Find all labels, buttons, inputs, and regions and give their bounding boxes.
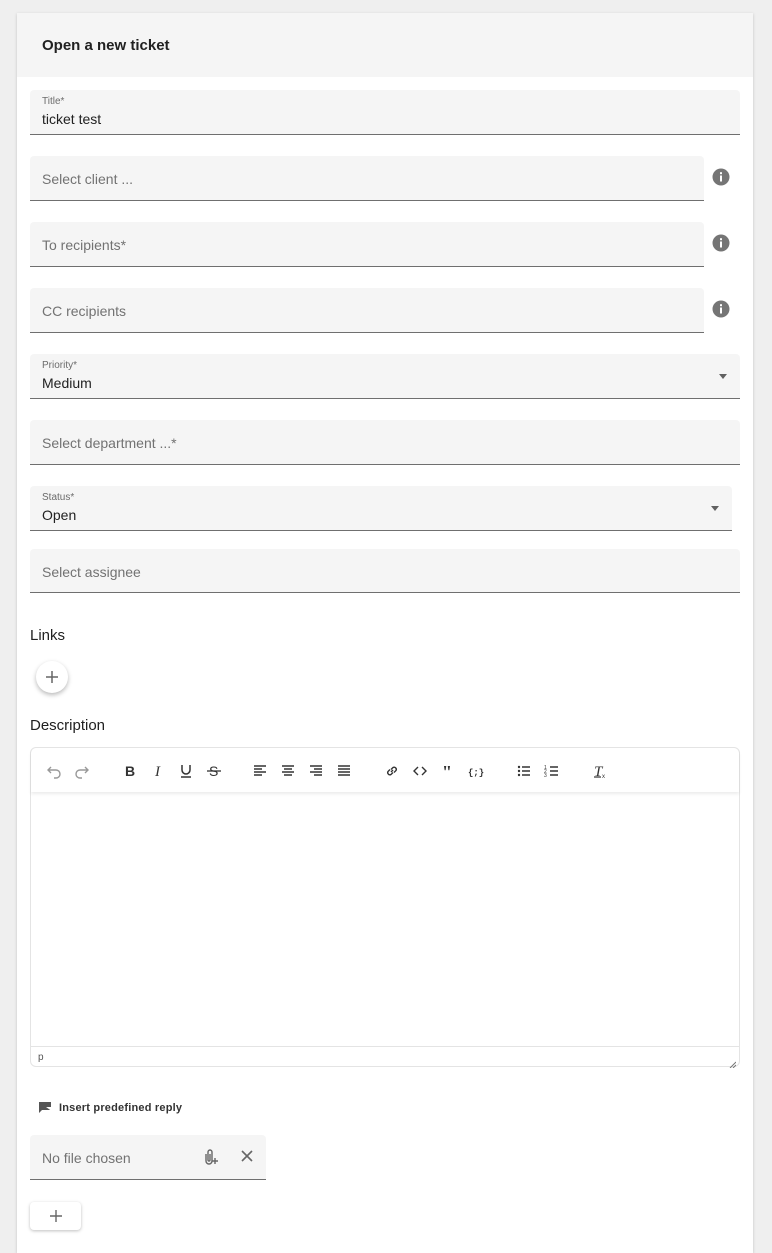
chevron-down-icon: [719, 374, 727, 379]
underline-icon[interactable]: [177, 762, 195, 780]
description-editor[interactable]: B I S " {;} 1 2 3 T x p: [30, 747, 740, 1069]
editor-element-path: p: [31, 1046, 739, 1066]
bold-icon[interactable]: B: [121, 762, 139, 780]
svg-text:B: B: [125, 763, 135, 779]
links-label: Links: [30, 627, 66, 644]
bullet-list-icon[interactable]: [515, 762, 533, 780]
new-ticket-card: Open a new ticket Title* ticket test Sel…: [17, 13, 753, 1253]
department-placeholder: Select department ...*: [42, 435, 177, 451]
title-label: Title*: [42, 96, 65, 107]
blockquote-icon[interactable]: ": [439, 762, 457, 780]
to-recipients-placeholder: To recipients*: [42, 237, 127, 253]
align-right-icon[interactable]: [307, 762, 325, 780]
align-center-icon[interactable]: [279, 762, 297, 780]
undo-icon[interactable]: [45, 762, 63, 780]
link-icon[interactable]: [383, 762, 401, 780]
clear-format-icon[interactable]: Tx: [591, 762, 609, 780]
add-attachment-button[interactable]: [30, 1202, 81, 1230]
cc-recipients-field[interactable]: CC recipients: [30, 288, 704, 333]
status-select[interactable]: Status* Open: [30, 486, 732, 531]
svg-text:": ": [442, 762, 452, 780]
title-value: ticket test: [42, 111, 102, 127]
card-header: Open a new ticket: [17, 13, 753, 77]
align-left-icon[interactable]: [251, 762, 269, 780]
predefined-reply-icon: [39, 1102, 52, 1113]
svg-text:I: I: [154, 764, 161, 780]
to-recipients-field[interactable]: To recipients*: [30, 222, 704, 267]
page-title: Open a new ticket: [42, 37, 170, 54]
plus-icon: [49, 1210, 62, 1222]
priority-value: Medium: [42, 375, 92, 391]
priority-select[interactable]: Priority* Medium: [30, 354, 740, 399]
description-label: Description: [30, 717, 106, 734]
title-field[interactable]: Title* ticket test: [30, 90, 740, 135]
numbered-list-icon[interactable]: 123: [543, 762, 561, 780]
client-select[interactable]: Select client ...: [30, 156, 704, 201]
assignee-select[interactable]: Select assignee: [30, 549, 740, 593]
redo-icon[interactable]: [73, 762, 91, 780]
code-block-icon[interactable]: {;}: [467, 762, 485, 780]
svg-text:x: x: [602, 774, 605, 780]
code-icon[interactable]: [411, 762, 429, 780]
align-justify-icon[interactable]: [335, 762, 353, 780]
chevron-down-icon: [711, 506, 719, 511]
insert-predefined-reply-button[interactable]: Insert predefined reply: [38, 1101, 182, 1115]
resize-handle-icon[interactable]: [728, 1055, 737, 1069]
file-chooser-placeholder: No file chosen: [42, 1150, 131, 1166]
info-icon[interactable]: [712, 168, 730, 186]
info-icon[interactable]: [712, 300, 730, 318]
insert-predefined-reply-label: Insert predefined reply: [59, 1102, 183, 1114]
file-chooser[interactable]: No file chosen: [30, 1135, 266, 1180]
cc-recipients-placeholder: CC recipients: [42, 303, 127, 319]
attach-file-icon[interactable]: [202, 1148, 218, 1171]
add-link-button[interactable]: [36, 661, 68, 693]
plus-icon: [46, 671, 58, 683]
status-value: Open: [42, 507, 77, 523]
svg-text:{;}: {;}: [468, 768, 484, 778]
status-label: Status*: [42, 492, 75, 503]
client-placeholder: Select client ...: [42, 171, 134, 187]
assignee-placeholder: Select assignee: [42, 564, 141, 580]
info-icon[interactable]: [712, 234, 730, 252]
svg-text:3: 3: [544, 773, 547, 779]
editor-toolbar: B I S " {;} 1 2 3 T x: [31, 748, 739, 792]
priority-label: Priority*: [42, 360, 78, 371]
italic-icon[interactable]: I: [149, 762, 167, 780]
close-icon[interactable]: [240, 1149, 254, 1168]
department-select[interactable]: Select department ...*: [30, 420, 740, 465]
strikethrough-icon[interactable]: S: [205, 762, 223, 780]
